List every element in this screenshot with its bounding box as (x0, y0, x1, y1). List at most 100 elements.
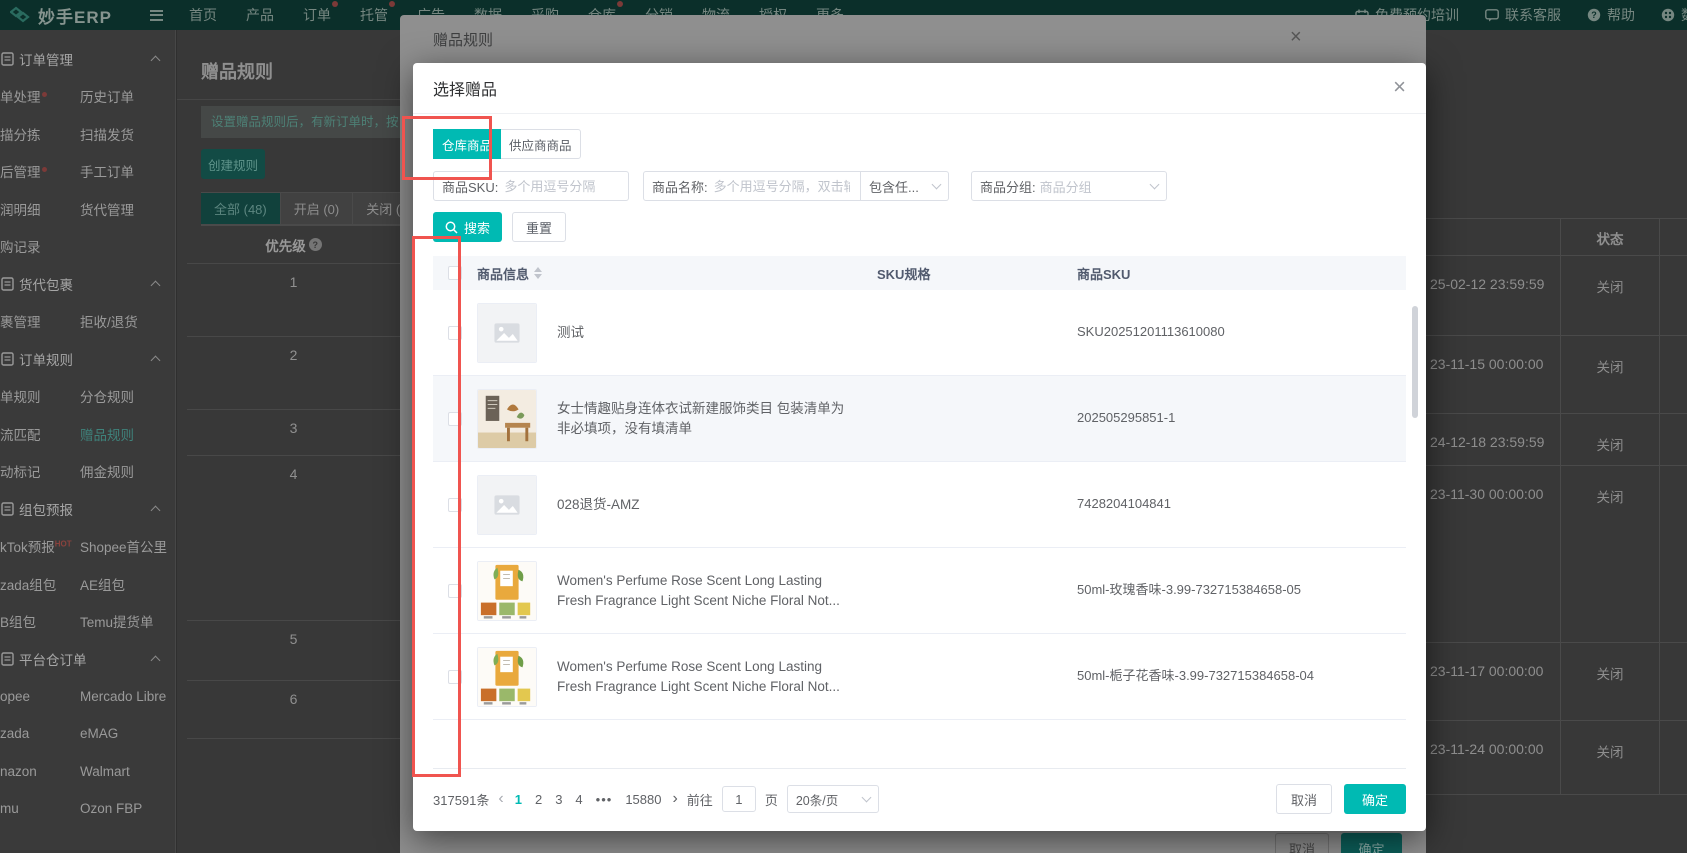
jump-label: 前往 (686, 792, 713, 808)
sidebar-item[interactable]: 裹管理 (0, 311, 80, 331)
sidebar-item[interactable]: Shopee首公里 (80, 536, 175, 556)
match-mode-select[interactable]: 包含任... (861, 171, 949, 201)
sidebar-item[interactable]: 货代管理 (80, 199, 175, 219)
product-name-input[interactable] (711, 177, 852, 195)
brand[interactable]: 妙手ERP (10, 3, 112, 28)
nav-item[interactable]: 订单 (303, 1, 338, 25)
folder-icon (1, 502, 14, 516)
sidebar-item[interactable]: 单处理 (0, 86, 80, 106)
nav-item[interactable]: 首页 (189, 5, 217, 25)
sidebar-item[interactable]: AE组包 (80, 574, 175, 594)
product-source-tab[interactable]: 供应商商品 (500, 129, 581, 159)
sidebar-item[interactable]: 后管理 (0, 161, 80, 181)
product-name-field[interactable]: 商品名称: (643, 171, 861, 201)
page-number[interactable]: 1 (513, 792, 524, 807)
sidebar-item[interactable]: 润明细 (0, 199, 80, 219)
sidebar-section[interactable]: 平台仓订单 (0, 649, 175, 669)
sidebar-item[interactable]: 拒收/退货 (80, 311, 175, 331)
product-sku-field[interactable]: 商品SKU: (433, 171, 629, 201)
expiry-date: 23-11-24 00:00:00 (1430, 741, 1544, 757)
product-sku-value: 202505295851-1 (1077, 410, 1176, 426)
scrollbar-thumb[interactable] (1412, 306, 1418, 418)
support-link[interactable]: 联系客服 (1485, 5, 1561, 25)
sidebar-item[interactable]: kTok预报HOT (0, 536, 80, 556)
rule-status-tab[interactable]: 全部 (48) (201, 192, 281, 225)
sidebar-item[interactable]: Mercado Libre (80, 689, 175, 704)
prev-page-icon[interactable]: ‹ (498, 790, 503, 808)
sidebar-item[interactable]: B组包 (0, 611, 80, 631)
product-group-select[interactable]: 商品分组: 商品分组 (971, 171, 1167, 201)
product-row[interactable]: 测试 SKU20251201113610080 (433, 290, 1406, 376)
sidebar-item[interactable]: opee (0, 689, 80, 704)
product-row[interactable]: Women's Perfume Rose Scent Long Lasting … (433, 634, 1406, 720)
rule-status-tab[interactable]: 开启 (0) (280, 192, 354, 225)
sidebar-item[interactable]: Ozon FBP (80, 801, 175, 816)
sidebar-item[interactable]: 扫描发货 (80, 124, 175, 144)
row-checkbox[interactable] (448, 669, 462, 684)
sidebar-item[interactable]: 赠品规则 (80, 424, 175, 444)
product-source-tabs: 仓库商品 供应商商品 (433, 129, 581, 159)
sidebar-item[interactable]: Temu提货单 (80, 611, 175, 631)
confirm-button[interactable]: 确定 (1344, 784, 1406, 814)
rule-status-tab[interactable]: 关闭 ( (353, 192, 400, 225)
brand-logo-icon (10, 6, 30, 23)
footer-divider (433, 768, 1406, 769)
chevron-up-icon (150, 280, 161, 291)
sidebar-section[interactable]: 组包预报 (0, 499, 175, 519)
product-row[interactable]: 028退货-AMZ 7428204104841 (433, 462, 1406, 548)
sidebar-item[interactable]: 购记录 (0, 236, 80, 256)
sidebar-item[interactable]: zada组包 (0, 574, 80, 594)
reset-button[interactable]: 重置 (512, 212, 567, 242)
product-sku-input[interactable] (502, 177, 620, 195)
product-row[interactable]: 女士情趣贴身连体衣试新建服饰类目 包装清单为非必填项，没有填清单 2025052… (433, 376, 1406, 462)
nav-item[interactable]: 托管 (360, 1, 395, 25)
sidebar-item[interactable]: zada (0, 726, 80, 741)
cancel-button[interactable]: 取消 (1275, 833, 1329, 853)
clipped-nav-item[interactable]: 数 (1661, 5, 1687, 25)
sort-icon[interactable] (534, 267, 543, 279)
table-row: 5 (187, 621, 400, 681)
sidebar-item[interactable]: mu (0, 801, 80, 816)
nav-item[interactable]: 产品 (246, 5, 274, 25)
sidebar-item[interactable]: 动标记 (0, 461, 80, 481)
page-number[interactable]: 4 (573, 792, 584, 807)
row-checkbox[interactable] (448, 411, 462, 426)
row-checkbox[interactable] (448, 583, 462, 598)
page-number[interactable]: 15880 (623, 792, 663, 807)
sidebar-item[interactable]: 流匹配 (0, 424, 80, 444)
close-icon[interactable]: × (1290, 27, 1302, 47)
sidebar-item[interactable]: nazon (0, 764, 80, 779)
select-all-checkbox[interactable] (448, 266, 462, 280)
page-number[interactable]: ••• (594, 792, 615, 807)
next-page-icon[interactable]: › (672, 790, 677, 808)
help-link[interactable]: ? 帮助 (1587, 5, 1635, 25)
sidebar-item[interactable]: eMAG (80, 726, 175, 741)
product-row[interactable]: Women's Perfume Rose Scent Long Lasting … (433, 548, 1406, 634)
sidebar-item[interactable]: 手工订单 (80, 161, 175, 181)
close-icon[interactable]: × (1393, 76, 1406, 98)
confirm-button[interactable]: 确定 (1341, 833, 1402, 853)
sidebar-item[interactable]: Walmart (80, 764, 175, 779)
sidebar-item[interactable]: 历史订单 (80, 86, 175, 106)
menu-toggle-icon[interactable] (149, 9, 163, 21)
search-button[interactable]: 搜索 (433, 212, 503, 242)
row-checkbox[interactable] (448, 497, 462, 512)
cancel-button[interactable]: 取消 (1276, 784, 1332, 814)
product-source-tab[interactable]: 仓库商品 (433, 129, 502, 159)
product-image-placeholder (477, 474, 537, 535)
sidebar-section[interactable]: 订单规则 (0, 349, 175, 369)
row-checkbox[interactable] (448, 325, 462, 340)
page-number[interactable]: 2 (533, 792, 544, 807)
table-row: 2 (187, 337, 400, 410)
jump-page-input[interactable] (721, 786, 756, 812)
page-number[interactable]: 3 (553, 792, 564, 807)
create-rule-button[interactable]: 创建规则 (201, 149, 265, 179)
status-value: 关闭 (1560, 643, 1660, 720)
page-size-select[interactable]: 20条/页 (786, 785, 879, 813)
sidebar-section[interactable]: 订单管理 (0, 49, 175, 69)
sidebar-section[interactable]: 货代包裹 (0, 274, 175, 294)
sidebar-item[interactable]: 描分拣 (0, 124, 80, 144)
sidebar-item[interactable]: 分仓规则 (80, 386, 175, 406)
sidebar-item[interactable]: 单规则 (0, 386, 80, 406)
sidebar-item[interactable]: 佣金规则 (80, 461, 175, 481)
